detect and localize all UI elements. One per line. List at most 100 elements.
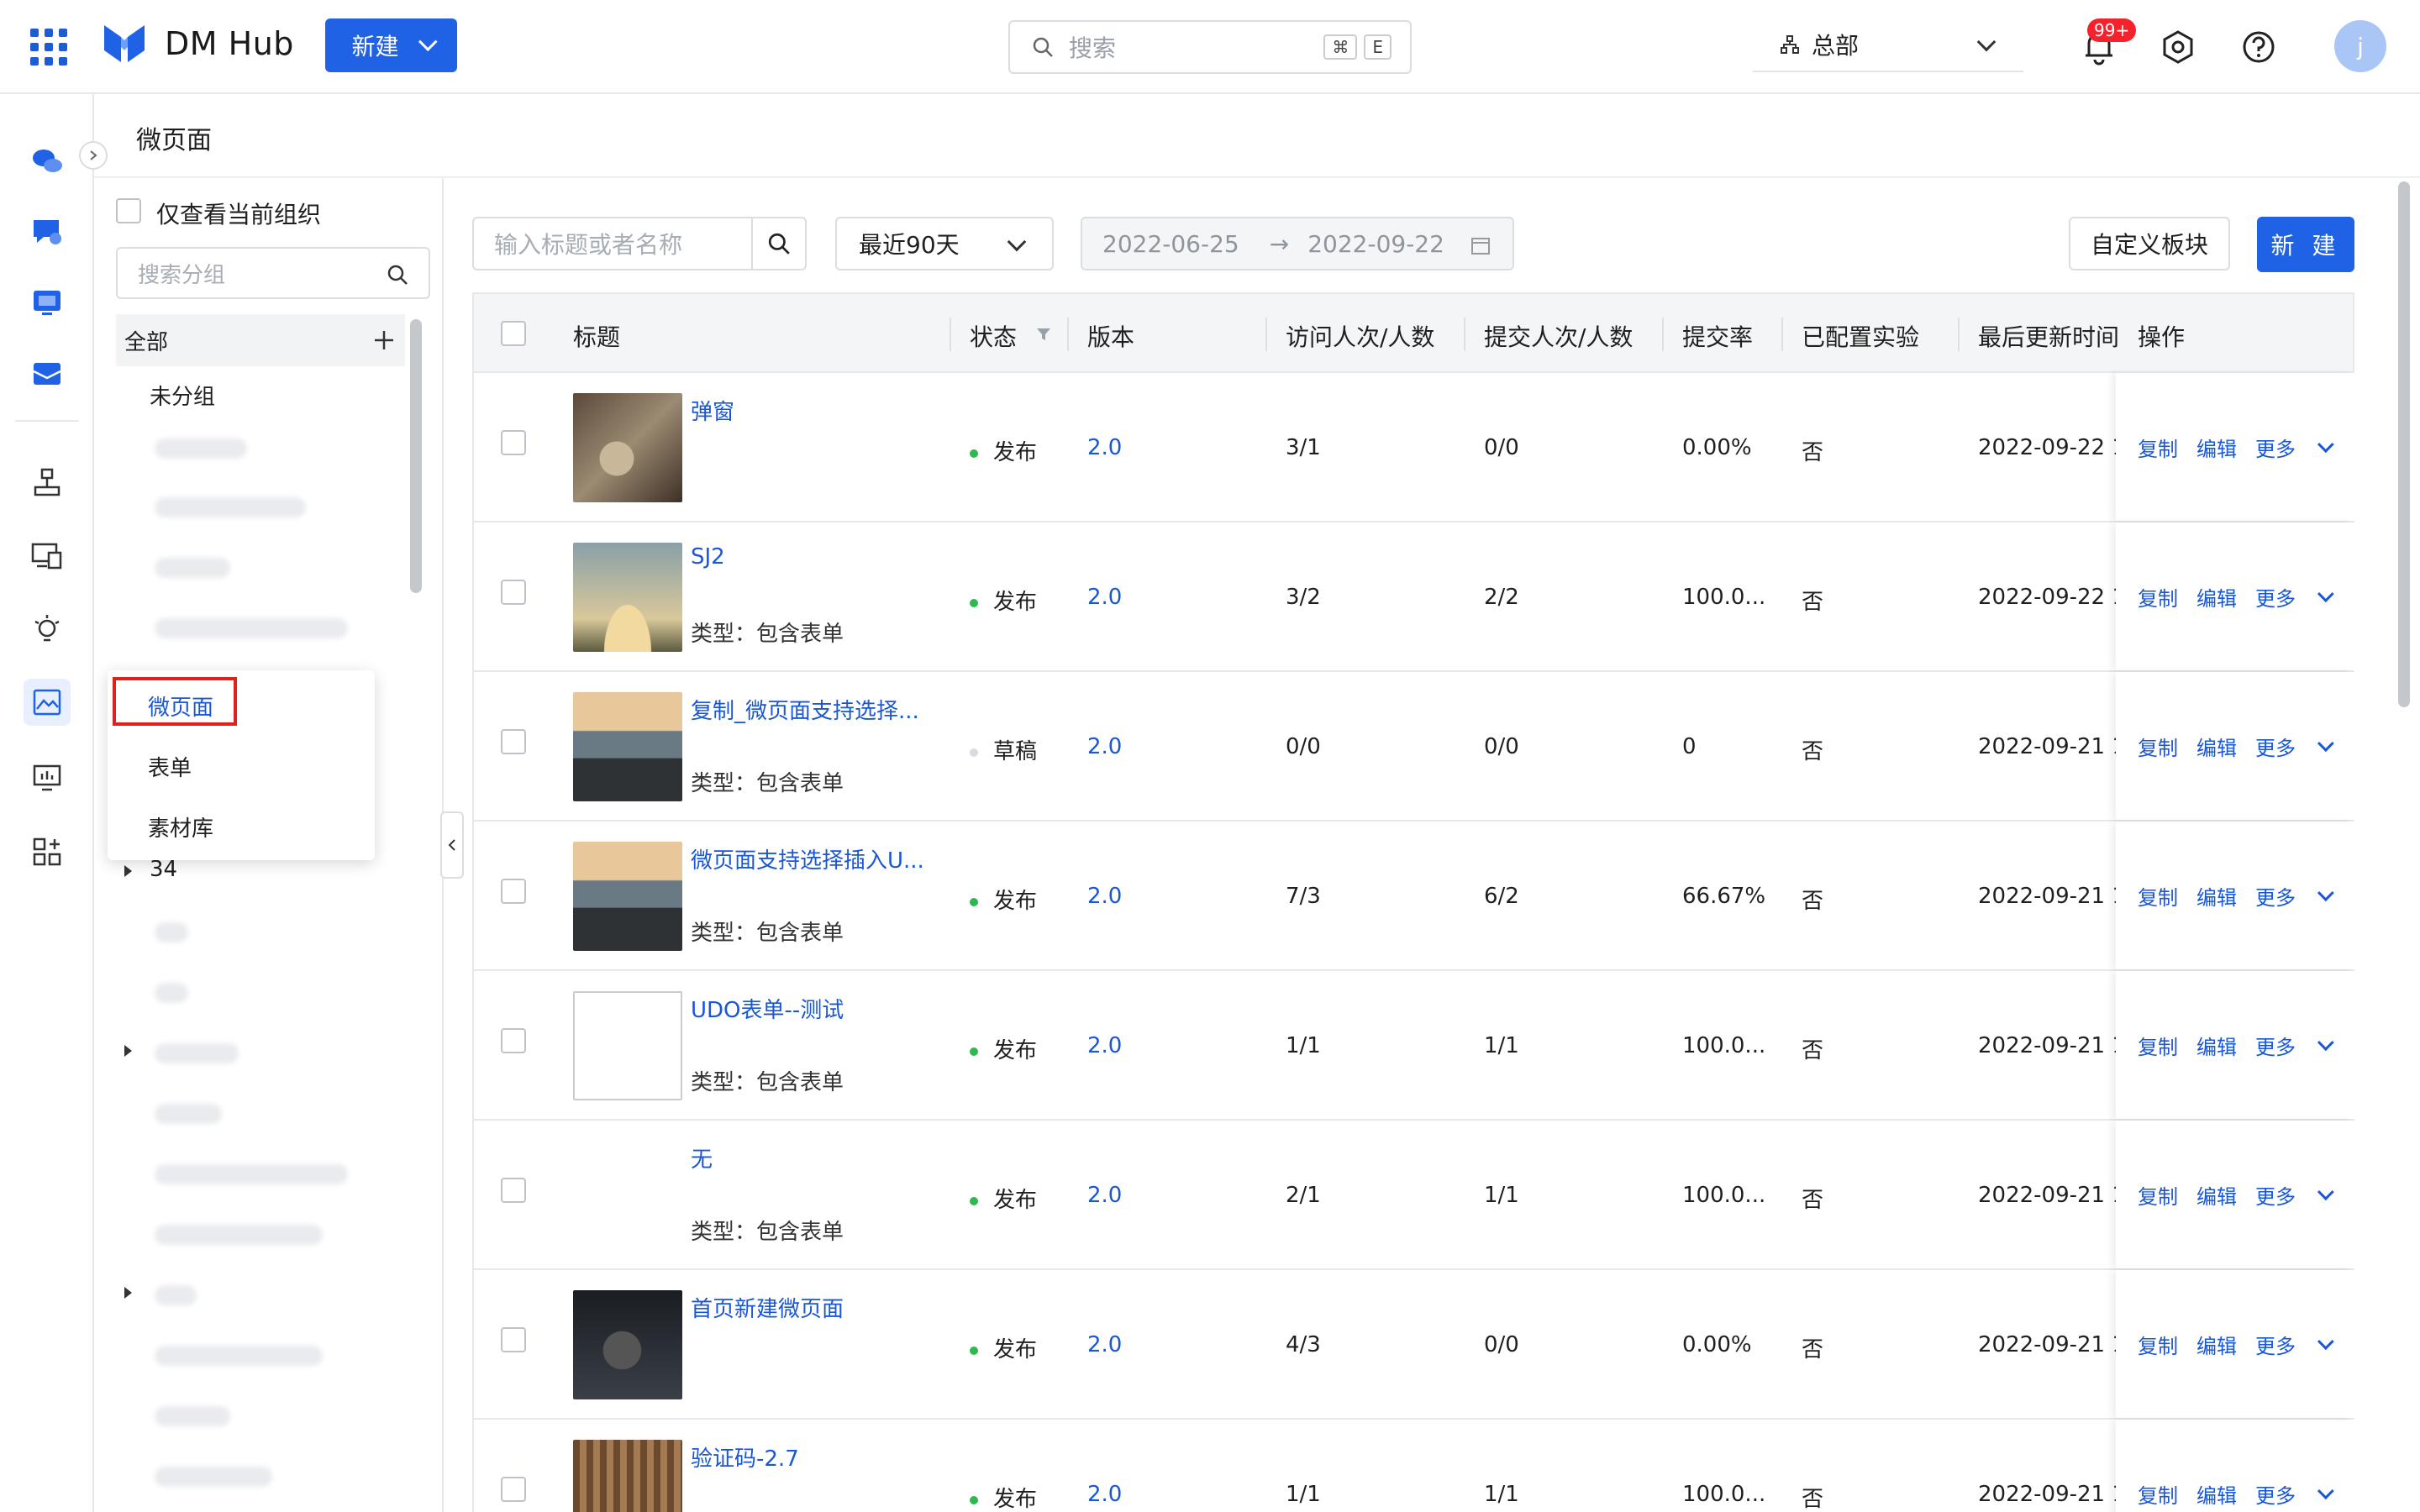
- version-link[interactable]: 2.0: [1087, 1332, 1122, 1357]
- chat-bubble-icon[interactable]: [24, 208, 71, 255]
- caret-right-icon[interactable]: [124, 865, 132, 877]
- org-selector[interactable]: 总部: [1753, 18, 2023, 72]
- more-link[interactable]: 更多: [2255, 1479, 2296, 1509]
- table-row[interactable]: 复制_微页面支持选择... 类型：包含表单 草稿 2.0 0/0 0/0 0 否…: [472, 672, 2354, 822]
- version-link[interactable]: 2.0: [1087, 1482, 1122, 1507]
- help-icon[interactable]: [2240, 29, 2277, 66]
- copy-link[interactable]: 复制: [2138, 732, 2178, 761]
- blurred-group[interactable]: [155, 1043, 239, 1063]
- more-link[interactable]: 更多: [2255, 1330, 2296, 1359]
- group-34[interactable]: 34: [150, 857, 177, 882]
- page-thumbnail[interactable]: [573, 991, 682, 1100]
- settings-icon[interactable]: [2160, 29, 2196, 66]
- only-current-org-checkbox[interactable]: [116, 198, 141, 223]
- keyword-search-button[interactable]: [751, 218, 805, 269]
- chevron-down-icon[interactable]: [2317, 436, 2334, 454]
- version-link[interactable]: 2.0: [1087, 734, 1122, 759]
- blurred-group[interactable]: [155, 497, 306, 517]
- group-all[interactable]: 全部: [116, 314, 405, 366]
- blurred-group[interactable]: [155, 438, 247, 459]
- page-title-link[interactable]: 复制_微页面支持选择...: [691, 694, 919, 725]
- more-link[interactable]: 更多: [2255, 732, 2296, 761]
- page-title-link[interactable]: 弹窗: [691, 395, 734, 426]
- edit-link[interactable]: 编辑: [2196, 433, 2237, 462]
- table-row[interactable]: 微页面支持选择插入U... 类型：包含表单 发布 2.0 7/3 6/2 66.…: [472, 822, 2354, 971]
- version-link[interactable]: 2.0: [1087, 1033, 1122, 1058]
- more-link[interactable]: 更多: [2255, 1180, 2296, 1210]
- analytics-icon[interactable]: [24, 754, 71, 801]
- copy-link[interactable]: 复制: [2138, 1479, 2178, 1509]
- global-new-button[interactable]: 新建: [325, 18, 457, 72]
- menu-item-form[interactable]: 表单: [148, 751, 192, 782]
- version-link[interactable]: 2.0: [1087, 435, 1122, 460]
- blurred-group[interactable]: [155, 1225, 323, 1245]
- edit-link[interactable]: 编辑: [2196, 732, 2237, 761]
- page-title-link[interactable]: UDO表单--测试: [691, 993, 844, 1024]
- row-checkbox[interactable]: [501, 879, 526, 904]
- more-link[interactable]: 更多: [2255, 582, 2296, 612]
- version-link[interactable]: 2.0: [1087, 1183, 1122, 1208]
- chevron-down-icon[interactable]: [2317, 885, 2334, 902]
- blurred-group[interactable]: [155, 922, 188, 942]
- filter-icon[interactable]: [1035, 326, 1052, 343]
- page-thumbnail[interactable]: [573, 543, 682, 652]
- group-ungrouped[interactable]: 未分组: [150, 380, 215, 411]
- edit-link[interactable]: 编辑: [2196, 1180, 2237, 1210]
- copy-link[interactable]: 复制: [2138, 433, 2178, 462]
- caret-right-icon[interactable]: [124, 1287, 132, 1299]
- rail-expand-button[interactable]: [79, 141, 108, 170]
- chevron-down-icon[interactable]: [2317, 1333, 2334, 1351]
- micro-page-icon[interactable]: [24, 679, 71, 726]
- page-title-link[interactable]: 无: [691, 1142, 713, 1173]
- row-checkbox[interactable]: [501, 1028, 526, 1053]
- page-title-link[interactable]: 微页面支持选择插入U...: [691, 843, 924, 874]
- page-thumbnail[interactable]: [573, 842, 682, 951]
- blurred-group[interactable]: [155, 1346, 323, 1366]
- apps-icon[interactable]: [24, 828, 71, 875]
- table-row[interactable]: 首页新建微页面 发布 2.0 4/3 0/0 0.00% 否 2022-09-2…: [472, 1270, 2354, 1420]
- blurred-group[interactable]: [155, 1467, 272, 1487]
- global-search-input[interactable]: 搜索 ⌘ E: [1008, 20, 1412, 74]
- keyword-search-input[interactable]: 输入标题或者名称: [472, 217, 807, 270]
- row-checkbox[interactable]: [501, 580, 526, 605]
- page-title-link[interactable]: SJ2: [691, 544, 725, 570]
- date-range-select[interactable]: 最近90天: [835, 217, 1054, 270]
- caret-right-icon[interactable]: [124, 1045, 132, 1057]
- custom-block-button[interactable]: 自定义板块: [2069, 217, 2230, 270]
- chevron-down-icon[interactable]: [2317, 1184, 2334, 1201]
- blurred-group[interactable]: [155, 1406, 230, 1426]
- wechat-icon[interactable]: [24, 138, 71, 185]
- edit-link[interactable]: 编辑: [2196, 1031, 2237, 1060]
- row-checkbox[interactable]: [501, 430, 526, 455]
- page-thumbnail[interactable]: [573, 1290, 682, 1399]
- copy-link[interactable]: 复制: [2138, 881, 2178, 911]
- group-scrollbar[interactable]: [410, 319, 422, 593]
- devices-icon[interactable]: [24, 533, 71, 580]
- more-link[interactable]: 更多: [2255, 881, 2296, 911]
- flow-icon[interactable]: [24, 459, 71, 506]
- row-checkbox[interactable]: [501, 1477, 526, 1502]
- version-link[interactable]: 2.0: [1087, 884, 1122, 909]
- more-link[interactable]: 更多: [2255, 433, 2296, 462]
- row-checkbox[interactable]: [501, 1178, 526, 1203]
- avatar[interactable]: j: [2334, 20, 2386, 72]
- row-checkbox[interactable]: [501, 729, 526, 754]
- edit-link[interactable]: 编辑: [2196, 881, 2237, 911]
- table-row[interactable]: 验证码-2.7 发布 2.0 1/1 1/1 100.0... 否 2022-0…: [472, 1420, 2354, 1512]
- edit-link[interactable]: 编辑: [2196, 582, 2237, 612]
- table-row[interactable]: UDO表单--测试 类型：包含表单 发布 2.0 1/1 1/1 100.0..…: [472, 971, 2354, 1121]
- main-scrollbar[interactable]: [2398, 181, 2410, 707]
- page-thumbnail[interactable]: [573, 1141, 682, 1250]
- chevron-down-icon[interactable]: [2317, 585, 2334, 603]
- table-row[interactable]: 无 类型：包含表单 发布 2.0 2/1 1/1 100.0... 否 2022…: [472, 1121, 2354, 1270]
- chevron-down-icon[interactable]: [2317, 735, 2334, 753]
- table-row[interactable]: SJ2 类型：包含表单 发布 2.0 3/2 2/2 100.0... 否 20…: [472, 522, 2354, 672]
- page-title-link[interactable]: 验证码-2.7: [691, 1441, 799, 1473]
- copy-link[interactable]: 复制: [2138, 1031, 2178, 1060]
- screen-icon[interactable]: [24, 279, 71, 326]
- create-button[interactable]: 新 建: [2257, 217, 2354, 272]
- row-checkbox[interactable]: [501, 1327, 526, 1352]
- menu-item-asset-library[interactable]: 素材库: [148, 811, 213, 843]
- blurred-group[interactable]: [155, 1164, 348, 1184]
- lightbulb-icon[interactable]: [24, 606, 71, 654]
